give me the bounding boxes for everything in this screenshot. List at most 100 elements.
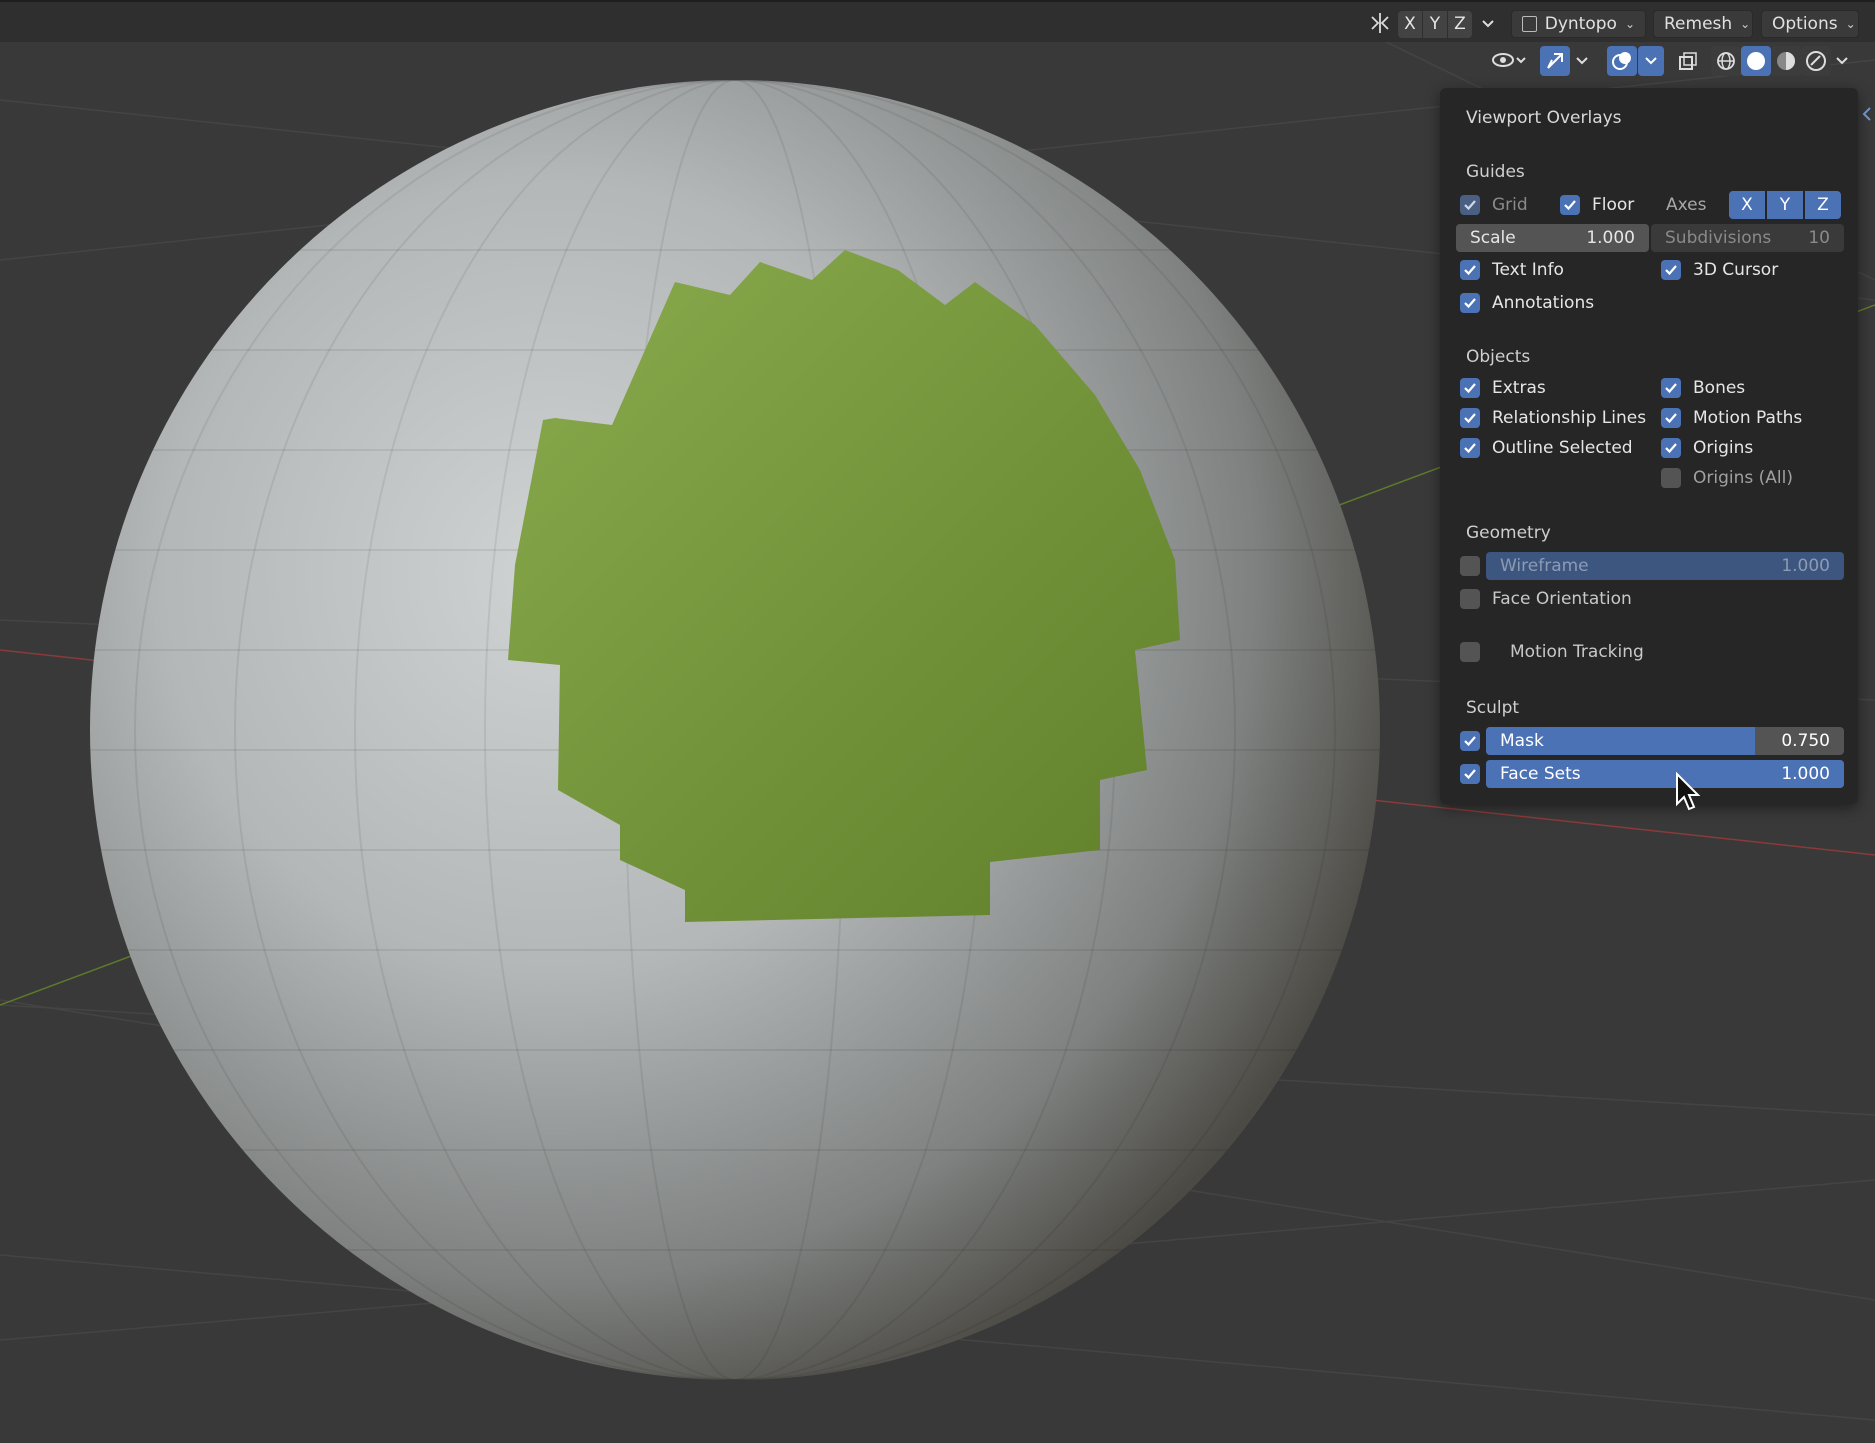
mask-opacity-slider[interactable]: Mask 0.750: [1486, 727, 1844, 755]
options-dropdown[interactable]: Options ⌄: [1761, 10, 1859, 38]
dyntopo-label: Dyntopo: [1544, 14, 1617, 34]
axis-x-toggle[interactable]: X: [1729, 191, 1765, 219]
symmetry-icon[interactable]: [1366, 9, 1394, 37]
annotations-checkbox[interactable]: Annotations: [1460, 293, 1594, 313]
dyntopo-checkbox[interactable]: [1522, 16, 1537, 32]
visibility-eye-icon[interactable]: [1487, 46, 1531, 76]
outline-selected-checkbox[interactable]: Outline Selected: [1460, 438, 1633, 458]
origins-all-checkbox[interactable]: Origins (All): [1661, 468, 1793, 488]
checkbox-icon: [1460, 378, 1480, 398]
face-sets-checkbox[interactable]: [1460, 764, 1480, 784]
extras-label: Extras: [1492, 378, 1546, 398]
subdivisions-value: 10: [1808, 228, 1830, 248]
axis-y-toggle[interactable]: Y: [1767, 191, 1803, 219]
checkbox-icon: [1560, 195, 1580, 215]
3d-cursor-checkbox[interactable]: 3D Cursor: [1661, 260, 1778, 280]
gizmo-icon[interactable]: [1540, 46, 1570, 76]
sculpt-heading: Sculpt: [1466, 698, 1520, 718]
checkbox-icon: [1460, 438, 1480, 458]
face-sets-label: Face Sets: [1500, 764, 1581, 784]
face-sets-value: 1.000: [1781, 764, 1830, 784]
origins-checkbox[interactable]: Origins: [1661, 438, 1753, 458]
subdivisions-field[interactable]: Subdivisions 10: [1651, 224, 1844, 252]
origins-all-label: Origins (All): [1693, 468, 1793, 488]
chevron-down-icon[interactable]: [1830, 46, 1854, 76]
motion-paths-checkbox[interactable]: Motion Paths: [1661, 408, 1802, 428]
motion-paths-label: Motion Paths: [1693, 408, 1803, 428]
xray-toggle-icon[interactable]: [1673, 46, 1703, 76]
checkbox-icon: [1661, 408, 1681, 428]
text-info-checkbox[interactable]: Text Info: [1460, 260, 1564, 280]
axes-label-text: Axes: [1666, 195, 1707, 215]
extras-checkbox[interactable]: Extras: [1460, 378, 1546, 398]
remesh-dropdown[interactable]: Remesh ⌄: [1653, 10, 1753, 38]
symmetry-z-toggle[interactable]: Z: [1448, 11, 1472, 38]
face-orientation-checkbox[interactable]: Face Orientation: [1460, 589, 1632, 609]
options-label: Options: [1772, 14, 1838, 34]
floor-checkbox[interactable]: Floor: [1560, 195, 1634, 215]
symmetry-x-toggle[interactable]: X: [1398, 11, 1422, 38]
overlays-icon[interactable]: [1607, 46, 1637, 76]
wireframe-label: Wireframe: [1500, 556, 1589, 576]
checkbox-icon: [1460, 408, 1480, 428]
subdivisions-label: Subdivisions: [1665, 228, 1772, 248]
motion-tracking-label: Motion Tracking: [1510, 642, 1644, 662]
mouse-cursor-icon: [1675, 771, 1701, 816]
scale-label: Scale: [1470, 228, 1516, 248]
overlays-dropdown-chevron-icon[interactable]: [1638, 46, 1664, 76]
chevron-down-icon[interactable]: [1570, 46, 1594, 76]
geometry-heading: Geometry: [1466, 523, 1551, 543]
annotations-label: Annotations: [1492, 293, 1595, 313]
checkbox-icon: [1661, 438, 1681, 458]
mask-checkbox[interactable]: [1460, 731, 1480, 751]
face-sets-opacity-slider[interactable]: Face Sets 1.000: [1486, 760, 1844, 788]
checkbox-icon: [1460, 589, 1480, 609]
axis-z-toggle[interactable]: Z: [1805, 191, 1841, 219]
wireframe-slider[interactable]: Wireframe 1.000: [1486, 552, 1844, 580]
motion-tracking-checkbox[interactable]: Motion Tracking: [1460, 642, 1644, 662]
chevron-down-icon: ⌄: [1845, 17, 1856, 31]
outline-selected-label: Outline Selected: [1492, 438, 1633, 458]
checkbox-icon: [1661, 378, 1681, 398]
rendered-shading-icon[interactable]: [1801, 46, 1831, 76]
symmetry-y-toggle[interactable]: Y: [1423, 11, 1447, 38]
checkbox-icon: [1460, 195, 1480, 215]
checkbox-icon: [1460, 293, 1480, 313]
grid-checkbox[interactable]: Grid: [1460, 195, 1528, 215]
text-info-label: Text Info: [1492, 260, 1564, 280]
checkbox-icon: [1460, 556, 1480, 576]
chevron-down-icon: ⌄: [1624, 17, 1635, 31]
checkbox-icon: [1460, 260, 1480, 280]
axes-label: Axes: [1666, 195, 1706, 215]
chevron-down-icon[interactable]: [1475, 10, 1501, 38]
mask-label: Mask: [1500, 731, 1544, 751]
sphere-mesh: [90, 80, 1380, 1380]
checkbox-icon: [1460, 731, 1480, 751]
grid-label: Grid: [1492, 195, 1528, 215]
objects-heading: Objects: [1466, 347, 1531, 367]
origins-label: Origins: [1693, 438, 1754, 458]
relationship-lines-checkbox[interactable]: Relationship Lines: [1460, 408, 1646, 428]
dyntopo-dropdown[interactable]: Dyntopo ⌄: [1511, 10, 1646, 38]
solid-shading-icon[interactable]: [1741, 46, 1771, 76]
wireframe-shading-icon[interactable]: [1711, 46, 1741, 76]
guides-heading: Guides: [1466, 162, 1525, 182]
relationship-lines-label: Relationship Lines: [1492, 408, 1647, 428]
checkbox-icon: [1460, 764, 1480, 784]
checkbox-icon: [1460, 642, 1480, 662]
wireframe-value: 1.000: [1781, 556, 1830, 576]
sidebar-toggle-icon[interactable]: [1860, 104, 1874, 124]
3d-cursor-label: 3D Cursor: [1693, 260, 1779, 280]
wireframe-checkbox[interactable]: [1460, 556, 1480, 576]
bones-checkbox[interactable]: Bones: [1661, 378, 1745, 398]
checkbox-icon: [1661, 260, 1681, 280]
axes-toggle-group: X Y Z: [1729, 191, 1841, 219]
mask-value: 0.750: [1781, 731, 1830, 751]
panel-title: Viewport Overlays: [1466, 108, 1622, 128]
face-orientation-label: Face Orientation: [1492, 589, 1632, 609]
checkbox-icon: [1661, 468, 1681, 488]
remesh-label: Remesh: [1664, 14, 1733, 34]
material-preview-shading-icon[interactable]: [1771, 46, 1801, 76]
floor-label: Floor: [1592, 195, 1635, 215]
scale-field[interactable]: Scale 1.000: [1456, 224, 1649, 252]
